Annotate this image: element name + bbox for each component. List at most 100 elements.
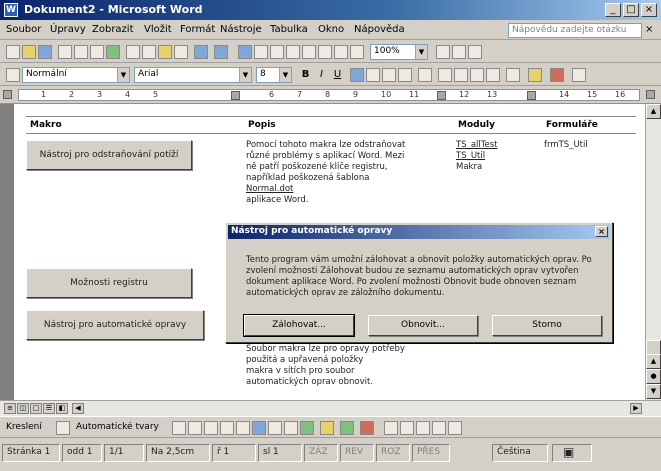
font-color-icon[interactable]: [550, 68, 564, 82]
print-layout-icon[interactable]: □: [30, 403, 42, 414]
cancel-button[interactable]: Storno: [492, 315, 602, 336]
status-record[interactable]: ZÁZ: [304, 444, 338, 462]
shadow-style-icon[interactable]: [432, 421, 446, 435]
save-icon[interactable]: [38, 45, 52, 59]
split-view-icon[interactable]: [646, 90, 655, 99]
browse-object-icon[interactable]: ●: [646, 369, 661, 384]
line-style-icon[interactable]: [384, 421, 398, 435]
styles-pane-icon[interactable]: [6, 68, 20, 82]
column-marker[interactable]: [231, 91, 240, 100]
line-spacing-icon[interactable]: [418, 68, 432, 82]
menu-nastroje[interactable]: Nástroje: [220, 24, 262, 35]
menu-format[interactable]: Formát: [180, 24, 215, 35]
highlight-icon[interactable]: [528, 68, 542, 82]
dialog-title-bar[interactable]: Nástroj pro automatické opravy ×: [228, 225, 610, 239]
diagram-icon[interactable]: [268, 421, 282, 435]
textbox-icon[interactable]: [236, 421, 250, 435]
style-select[interactable]: Normální ▼: [22, 67, 130, 83]
insert-picture-icon[interactable]: [300, 421, 314, 435]
help-search-input[interactable]: Nápovědu zadejte otázku: [508, 23, 642, 38]
autoshapes-menu[interactable]: Automatické tvary: [76, 422, 159, 432]
wordart-icon[interactable]: [252, 421, 266, 435]
web-view-icon[interactable]: ◫: [17, 403, 29, 414]
reading-view-icon[interactable]: ◧: [56, 403, 68, 414]
justify-icon[interactable]: [398, 68, 412, 82]
rectangle-icon[interactable]: [204, 421, 218, 435]
undo-icon[interactable]: [194, 45, 208, 59]
help-icon[interactable]: [436, 45, 450, 59]
word-app-icon[interactable]: W: [4, 3, 18, 17]
scroll-right-icon[interactable]: ▶: [630, 403, 642, 414]
font-size-select[interactable]: 8 ▼: [256, 67, 292, 83]
horizontal-scrollbar[interactable]: ≡ ◫ □ ☰ ◧ ◀ ▶: [0, 400, 661, 416]
status-track-changes[interactable]: REV: [340, 444, 374, 462]
bold-button[interactable]: B: [298, 68, 313, 82]
redo-icon[interactable]: [214, 45, 228, 59]
oval-icon[interactable]: [220, 421, 234, 435]
align-right-icon[interactable]: [382, 68, 396, 82]
scroll-left-icon[interactable]: ◀: [72, 403, 84, 414]
draw-menu[interactable]: Kreslení: [6, 422, 42, 432]
toolbar-options-icon[interactable]: [468, 45, 482, 59]
module-link[interactable]: TS_Util: [456, 151, 485, 161]
draw-font-color-icon[interactable]: [360, 421, 374, 435]
vertical-scrollbar[interactable]: ▲ ▲ ● ▼: [645, 104, 661, 400]
line-color-icon[interactable]: [340, 421, 354, 435]
dialog-close-button[interactable]: ×: [595, 226, 608, 237]
new-document-icon[interactable]: [6, 45, 20, 59]
spelling-status-icon[interactable]: ▣: [552, 444, 592, 462]
tables-borders-icon[interactable]: [254, 45, 268, 59]
hyperlink-icon[interactable]: [238, 45, 252, 59]
underline-button[interactable]: U: [330, 68, 345, 82]
menu-zobrazit[interactable]: Zobrazit: [92, 24, 134, 35]
chevron-down-icon[interactable]: ▼: [279, 68, 291, 82]
status-language[interactable]: Čeština: [492, 444, 548, 462]
fill-color-icon[interactable]: [320, 421, 334, 435]
maximize-button[interactable]: □: [623, 3, 639, 17]
formatting-options-icon[interactable]: [572, 68, 586, 82]
outline-view-icon[interactable]: ☰: [43, 403, 55, 414]
zoom-select[interactable]: 100% ▼: [370, 44, 428, 60]
bullets-icon[interactable]: [454, 68, 468, 82]
registry-options-macro-button[interactable]: Možnosti registru: [26, 268, 192, 298]
open-icon[interactable]: [22, 45, 36, 59]
insert-excel-icon[interactable]: [286, 45, 300, 59]
italic-button[interactable]: I: [314, 68, 329, 82]
ruler-strip[interactable]: 1 2 3 4 5 6 7 8 9 10 11 12 13 14 15 16: [18, 89, 640, 101]
restore-button[interactable]: Obnovit...: [368, 315, 478, 336]
backup-button[interactable]: Zálohovat...: [243, 314, 355, 337]
permission-icon[interactable]: [58, 45, 72, 59]
arrow-style-icon[interactable]: [416, 421, 430, 435]
troubleshooter-macro-button[interactable]: Nástroj pro odstraňování potíží: [26, 140, 192, 170]
select-objects-icon[interactable]: [56, 421, 70, 435]
status-overtype[interactable]: PŘES: [412, 444, 450, 462]
font-select[interactable]: Arial ▼: [134, 67, 252, 83]
minimize-button[interactable]: _: [605, 3, 621, 17]
increase-indent-icon[interactable]: [486, 68, 500, 82]
decrease-indent-icon[interactable]: [470, 68, 484, 82]
next-page-icon[interactable]: ▼: [646, 384, 661, 399]
normal-dot-link[interactable]: Normal.dot: [246, 184, 293, 194]
read-icon[interactable]: [452, 45, 466, 59]
document-map-icon[interactable]: [334, 45, 348, 59]
paste-icon[interactable]: [158, 45, 172, 59]
cut-icon[interactable]: [126, 45, 140, 59]
scroll-up-icon[interactable]: ▲: [646, 104, 661, 119]
menu-napoveda[interactable]: Nápověda: [354, 24, 405, 35]
spelling-icon[interactable]: [106, 45, 120, 59]
tab-selector-icon[interactable]: [3, 90, 12, 99]
document-close-icon[interactable]: ×: [645, 24, 653, 35]
menu-tabulka[interactable]: Tabulka: [270, 24, 308, 35]
line-icon[interactable]: [172, 421, 186, 435]
numbering-icon[interactable]: [438, 68, 452, 82]
horizontal-ruler[interactable]: 1 2 3 4 5 6 7 8 9 10 11 12 13 14 15 16: [0, 86, 661, 104]
column-marker[interactable]: [527, 91, 536, 100]
print-icon[interactable]: [74, 45, 88, 59]
copy-icon[interactable]: [142, 45, 156, 59]
drawing-icon[interactable]: [318, 45, 332, 59]
arrow-icon[interactable]: [188, 421, 202, 435]
close-window-button[interactable]: ×: [641, 3, 657, 17]
chevron-down-icon[interactable]: ▼: [117, 68, 129, 82]
print-preview-icon[interactable]: [90, 45, 104, 59]
previous-page-icon[interactable]: ▲: [646, 354, 661, 369]
